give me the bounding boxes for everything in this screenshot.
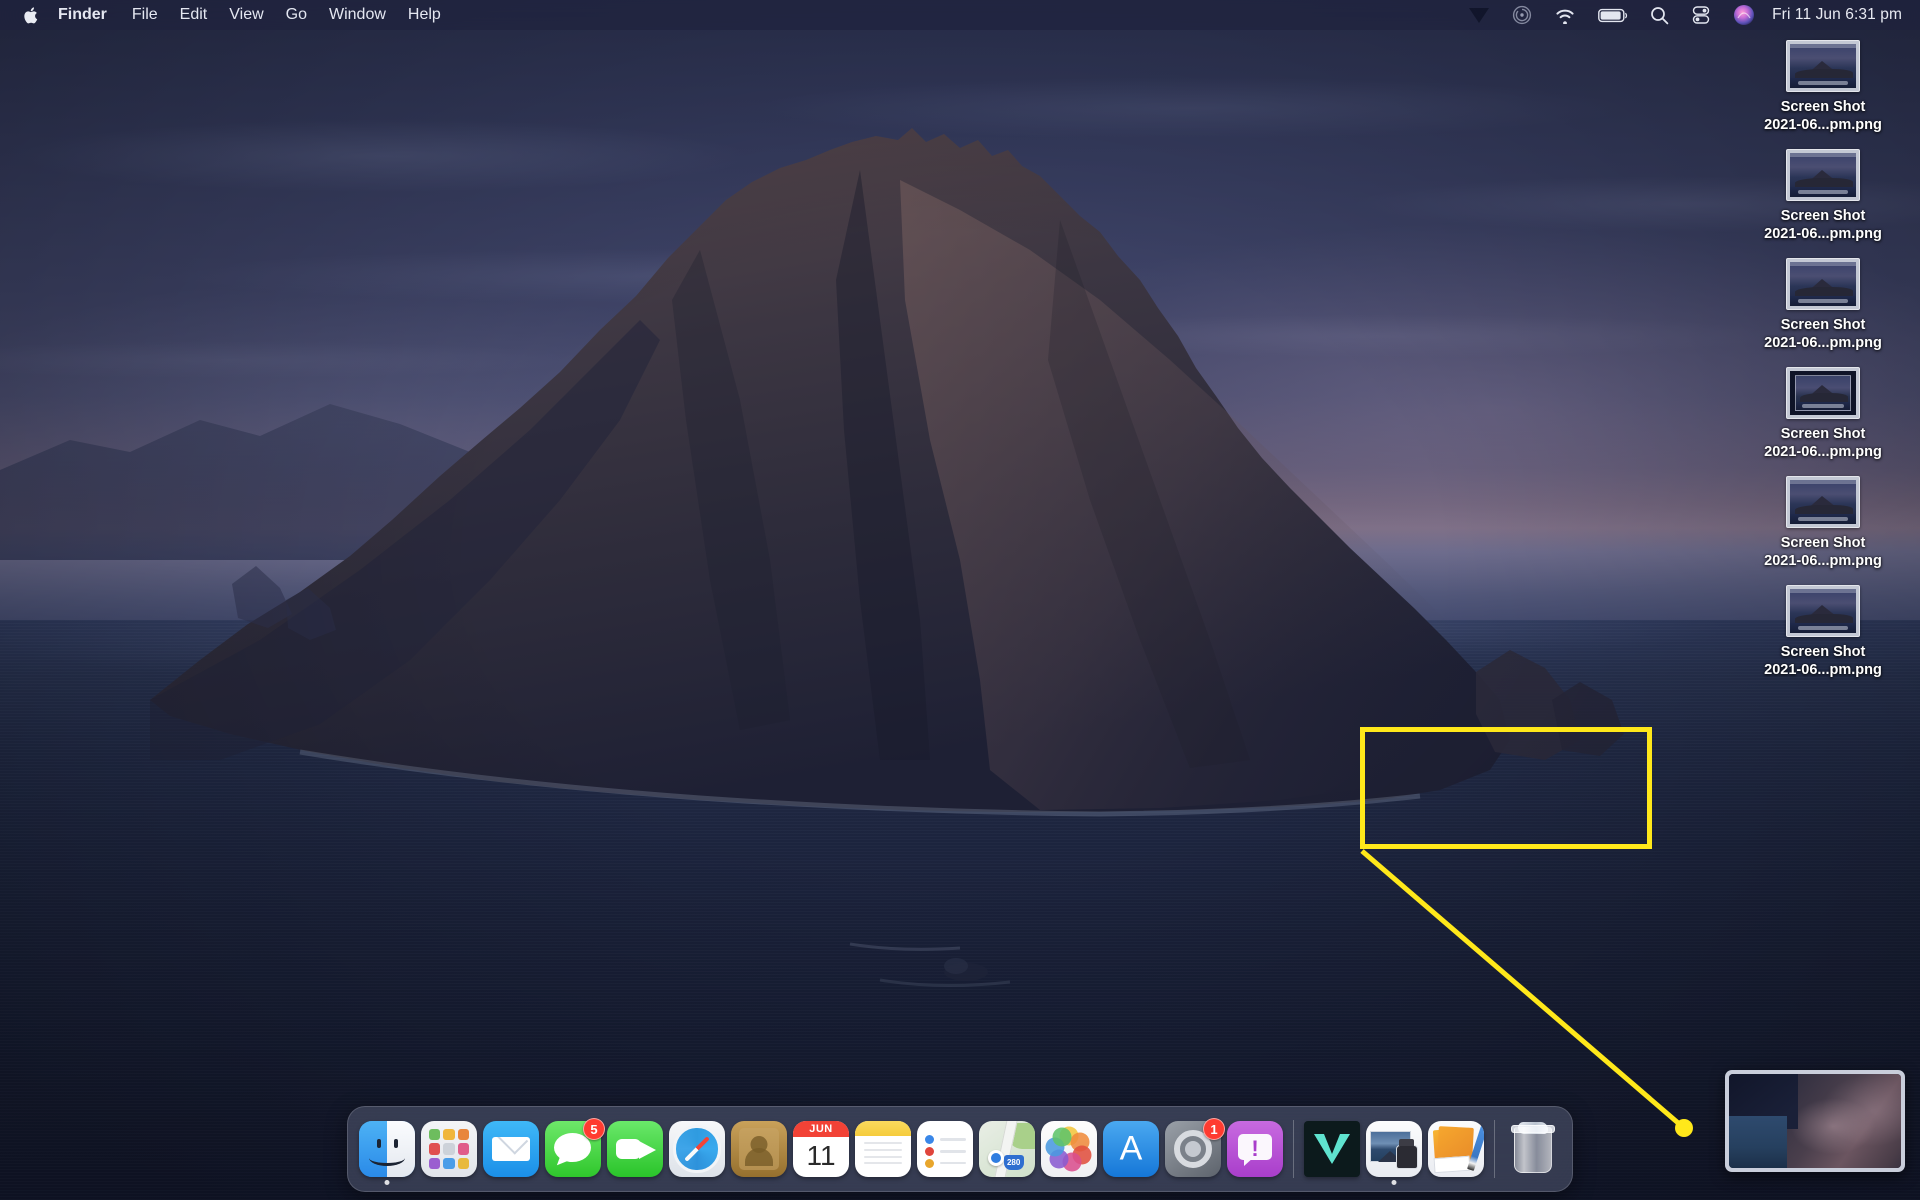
dock-item-calendar[interactable]: JUN 11 (790, 1106, 852, 1192)
desktop-icon-label: Screen Shot 2021-06...pm.png (1764, 425, 1882, 460)
calendar-icon: JUN 11 (793, 1121, 849, 1177)
menu-item-edit[interactable]: Edit (169, 0, 219, 30)
maps-route-shield: 280 (1003, 1154, 1024, 1170)
menu-item-window[interactable]: Window (318, 0, 397, 30)
keynote-icon (1428, 1121, 1484, 1177)
system-preferences-badge: 1 (1203, 1118, 1225, 1140)
menu-item-help[interactable]: Help (397, 0, 452, 30)
desktop-icon-screenshot-5[interactable]: Screen Shot 2021-06...pm.png (1748, 475, 1898, 571)
desktop-icon-label: Screen Shot 2021-06...pm.png (1764, 99, 1882, 133)
desktop-icon-grid[interactable]: Screen Shot 2021-06...pm.png Screen Shot… (1748, 40, 1898, 694)
wallpaper-vignette (0, 0, 1920, 1200)
menu-bar-status-area[interactable]: Fri 11 Jun 6:31 pm (1457, 0, 1920, 30)
dock-item-contacts[interactable] (728, 1106, 790, 1192)
dock-item-v-app[interactable] (1301, 1106, 1363, 1192)
desktop-icon-screenshot-1[interactable]: Screen Shot 2021-06...pm.png (1748, 40, 1898, 135)
dock-item-safari[interactable] (666, 1106, 728, 1192)
dock-item-messages[interactable]: 5 (542, 1106, 605, 1192)
desktop-icon-label: Screen Shot 2021-06...pm.png (1764, 207, 1882, 242)
menu-item-go[interactable]: Go (275, 0, 318, 30)
menu-bar-clock[interactable]: Fri 11 Jun 6:31 pm (1766, 6, 1906, 24)
preview-icon (1366, 1121, 1422, 1177)
menu-app-name[interactable]: Finder (44, 0, 121, 30)
photos-icon (1041, 1121, 1097, 1177)
screenshot-thumbnail-icon (1786, 148, 1860, 201)
dock-separator-2 (1494, 1120, 1495, 1178)
dock-item-preview[interactable] (1363, 1106, 1425, 1192)
menu-bar[interactable]: Finder File Edit View Go Window Help Fri… (0, 0, 1920, 30)
dock-item-facetime[interactable] (604, 1106, 666, 1192)
vpn-chevron-icon[interactable] (1457, 0, 1501, 30)
contacts-icon (731, 1121, 787, 1177)
mail-icon (483, 1121, 539, 1177)
dock-item-trash[interactable] (1502, 1106, 1564, 1192)
screenshot-thumbnail-icon (1786, 40, 1860, 92)
wifi-icon[interactable] (1543, 0, 1587, 30)
desktop-icon-screenshot-3[interactable]: Screen Shot 2021-06...pm.png (1748, 257, 1898, 353)
dock-item-photos[interactable] (1038, 1106, 1100, 1192)
menu-item-file[interactable]: File (121, 0, 169, 30)
siri-icon[interactable] (1722, 0, 1766, 30)
maps-icon: 280 (979, 1121, 1035, 1177)
messages-badge: 5 (583, 1118, 605, 1140)
dock-separator-1 (1293, 1120, 1294, 1178)
app-store-glyph: A (1119, 1129, 1143, 1168)
dock-item-app-store[interactable]: A (1100, 1106, 1162, 1192)
trash-icon (1505, 1121, 1561, 1177)
screenshot-preview-thumbnail[interactable] (1725, 1070, 1905, 1172)
v-app-icon (1304, 1121, 1360, 1177)
screenshot-nested-thumbnail-icon (1786, 366, 1860, 419)
desktop-icon-label: Screen Shot 2021-06...pm.png (1764, 643, 1882, 678)
dock-item-launchpad[interactable] (418, 1106, 480, 1192)
battery-icon[interactable] (1587, 0, 1639, 30)
calendar-month: JUN (793, 1121, 849, 1137)
calendar-day: 11 (806, 1140, 836, 1172)
dock-item-finder[interactable] (356, 1106, 418, 1192)
desktop-icon-screenshot-4[interactable]: Screen Shot 2021-06...pm.png (1748, 366, 1898, 462)
dock-item-notes[interactable] (852, 1106, 914, 1192)
desktop[interactable]: Finder File Edit View Go Window Help Fri… (0, 0, 1920, 1200)
screenshot-thumbnail-icon (1786, 584, 1860, 637)
launchpad-icon (421, 1121, 477, 1177)
desktop-icon-label: Screen Shot 2021-06...pm.png (1764, 316, 1882, 351)
reminders-icon (917, 1121, 973, 1177)
dock[interactable]: 5 JUN 11 280 A 1 ! (347, 1106, 1573, 1192)
apple-logo-icon[interactable] (16, 0, 44, 30)
desktop-icon-screenshot-6[interactable]: Screen Shot 2021-06...pm.png (1748, 584, 1898, 680)
facetime-icon (607, 1121, 663, 1177)
desktop-icon-label: Screen Shot 2021-06...pm.png (1764, 534, 1882, 569)
finder-icon (359, 1121, 415, 1177)
menu-item-view[interactable]: View (218, 0, 274, 30)
app-store-icon: A (1103, 1121, 1159, 1177)
running-indicator (384, 1180, 390, 1185)
spinner-activity-icon[interactable] (1501, 0, 1543, 30)
dock-item-maps[interactable]: 280 (976, 1106, 1038, 1192)
dock-item-keynote[interactable] (1425, 1106, 1487, 1192)
safari-icon (669, 1121, 725, 1177)
dock-item-system-preferences[interactable]: 1 (1162, 1106, 1225, 1192)
notes-icon (855, 1121, 911, 1177)
alert-app-icon: ! (1227, 1121, 1283, 1177)
dock-item-mail[interactable] (480, 1106, 542, 1192)
search-icon[interactable] (1639, 0, 1680, 30)
menu-bar-left[interactable]: Finder File Edit View Go Window Help (0, 0, 452, 30)
desktop-icon-screenshot-2[interactable]: Screen Shot 2021-06...pm.png (1748, 148, 1898, 244)
dock-item-reminders[interactable] (914, 1106, 976, 1192)
running-indicator (1391, 1180, 1397, 1185)
screenshot-thumbnail-icon (1786, 475, 1860, 528)
control-center-icon[interactable] (1680, 0, 1722, 30)
dock-item-alert-app[interactable]: ! (1224, 1106, 1286, 1192)
screenshot-thumbnail-icon (1786, 257, 1860, 310)
